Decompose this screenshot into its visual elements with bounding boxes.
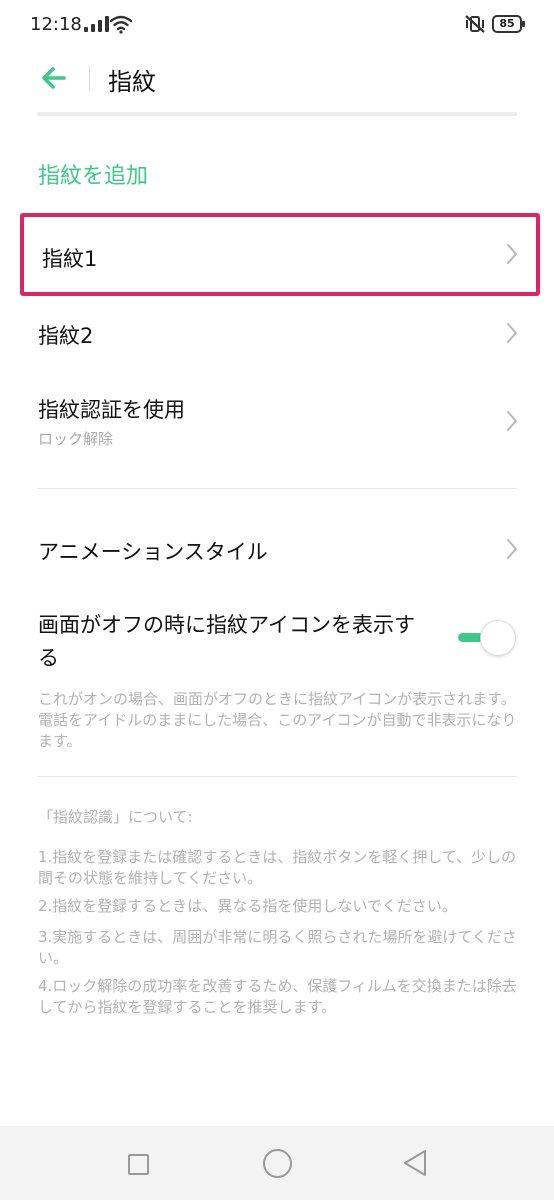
fingerprint-2-item[interactable]: 指紋2 bbox=[20, 308, 540, 360]
fingerprint-2-label: 指紋2 bbox=[38, 324, 94, 348]
animation-style-label: アニメーションスタイル bbox=[38, 540, 268, 564]
triangle-back-icon[interactable] bbox=[402, 1148, 428, 1178]
show-icon-description: これがオンの場合、画面がオフのときに指紋アイコンが表示されます。電話をアイドルの… bbox=[38, 690, 517, 750]
header-underline bbox=[37, 112, 517, 116]
wifi-icon bbox=[110, 15, 132, 34]
about-item-2: 2.指紋を登録するときは、異なる指を使用しないでください。 bbox=[38, 897, 457, 915]
about-item-3: 3.実施するときは、周囲が非常に明るく照らされた場所を避けてください。 bbox=[38, 928, 517, 967]
show-icon-toggle[interactable] bbox=[456, 619, 518, 657]
navigation-bar bbox=[0, 1126, 554, 1200]
vibrate-off-icon bbox=[465, 15, 485, 33]
chevron-right-icon bbox=[507, 244, 517, 264]
about-item-1: 1.指紋を登録または確認するときは、指紋ボタンを軽く押して、少しの間その状態を維… bbox=[38, 848, 517, 887]
fingerprint-1-label: 指紋1 bbox=[42, 247, 98, 271]
section-divider bbox=[37, 488, 517, 489]
circle-icon[interactable] bbox=[263, 1149, 292, 1178]
signal-icon bbox=[84, 16, 109, 32]
square-icon[interactable] bbox=[128, 1154, 149, 1175]
header-divider bbox=[89, 66, 90, 90]
use-fingerprint-auth-sub: ロック解除 bbox=[38, 430, 114, 448]
use-fingerprint-auth-label: 指紋認証を使用 bbox=[38, 398, 185, 422]
toggle-knob bbox=[480, 620, 516, 656]
arrow-left-icon[interactable] bbox=[36, 60, 72, 96]
chevron-right-icon bbox=[507, 539, 517, 559]
about-item-4: 4.ロック解除の成功率を改善するため、保護フィルムを交換または除去してから指紋を… bbox=[38, 977, 517, 1016]
header: 指紋 bbox=[0, 52, 554, 104]
battery-icon: 85 bbox=[492, 15, 525, 33]
add-fingerprint-button[interactable]: 指紋を追加 bbox=[38, 158, 148, 190]
chevron-right-icon bbox=[507, 411, 517, 431]
chevron-right-icon bbox=[507, 323, 517, 343]
fingerprint-1-item[interactable]: 指紋1 bbox=[20, 213, 540, 296]
section-divider bbox=[37, 776, 517, 777]
status-time: 12:18 bbox=[30, 14, 82, 35]
about-title: 「指紋認識」について: bbox=[38, 808, 193, 826]
status-bar: 12:18 85 bbox=[0, 0, 554, 52]
use-fingerprint-auth-item[interactable]: 指紋認証を使用 ロック解除 bbox=[20, 388, 540, 458]
show-icon-label: 画面がオフの時に指紋アイコンを表示する bbox=[38, 613, 415, 670]
animation-style-item[interactable]: アニメーションスタイル bbox=[20, 530, 540, 570]
page-title: 指紋 bbox=[108, 68, 156, 96]
